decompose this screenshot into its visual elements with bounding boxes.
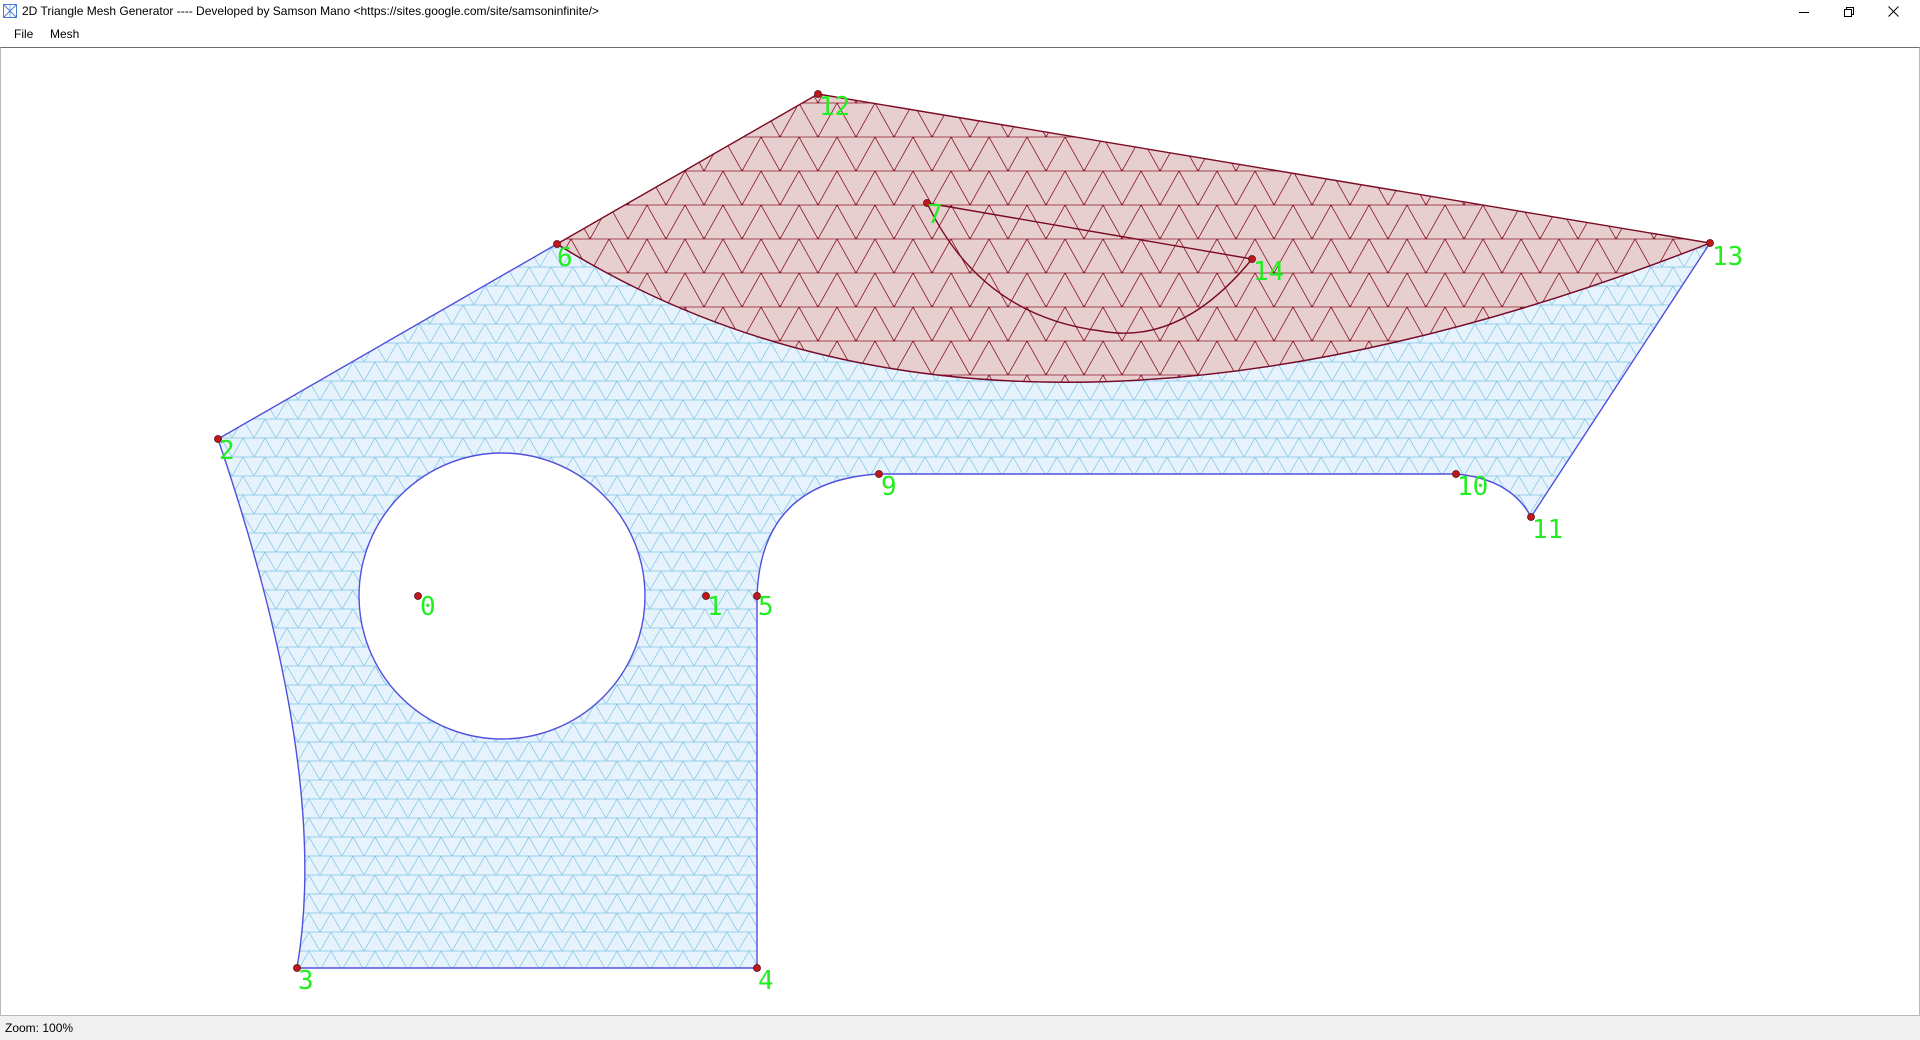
node-label-5: 5 bbox=[758, 592, 774, 622]
close-icon bbox=[1888, 6, 1899, 17]
menu-bar: File Mesh bbox=[0, 23, 1920, 45]
node-label-7: 7 bbox=[927, 200, 943, 230]
window-title: 2D Triangle Mesh Generator ---- Develope… bbox=[22, 4, 599, 18]
menu-file[interactable]: File bbox=[12, 27, 35, 41]
node-label-14: 14 bbox=[1253, 257, 1284, 287]
mesh-canvas[interactable]: 0 1 2 3 4 5 6 7 9 10 11 12 13 14 bbox=[0, 47, 1920, 1016]
node-label-1: 1 bbox=[707, 592, 723, 622]
zoom-status: Zoom: 100% bbox=[5, 1021, 74, 1035]
node-label-2: 2 bbox=[219, 436, 235, 466]
mesh-drawing: 0 123 45679 1011121314 bbox=[214, 90, 1743, 996]
close-button[interactable] bbox=[1871, 0, 1916, 23]
node-label-3: 3 bbox=[298, 966, 314, 996]
node-label-10: 10 bbox=[1457, 472, 1488, 502]
restore-button[interactable] bbox=[1826, 0, 1871, 23]
title-bar: 2D Triangle Mesh Generator ---- Develope… bbox=[0, 0, 1920, 23]
node-label-9: 9 bbox=[881, 472, 897, 502]
node-label-12: 12 bbox=[819, 92, 850, 122]
node-label-6: 6 bbox=[557, 243, 573, 273]
node-label-0: 0 bbox=[420, 592, 436, 622]
app-window: 2D Triangle Mesh Generator ---- Develope… bbox=[0, 0, 1920, 1040]
restore-icon bbox=[1843, 6, 1854, 17]
minimize-button[interactable] bbox=[1781, 0, 1826, 23]
mesh-app-icon bbox=[3, 4, 17, 18]
minimize-icon bbox=[1798, 11, 1809, 13]
node-label-4: 4 bbox=[758, 966, 774, 996]
node-label-11: 11 bbox=[1532, 515, 1563, 545]
node-label-13: 13 bbox=[1712, 242, 1743, 272]
status-bar: Zoom: 100% bbox=[0, 1016, 1920, 1040]
menu-mesh[interactable]: Mesh bbox=[48, 27, 81, 41]
